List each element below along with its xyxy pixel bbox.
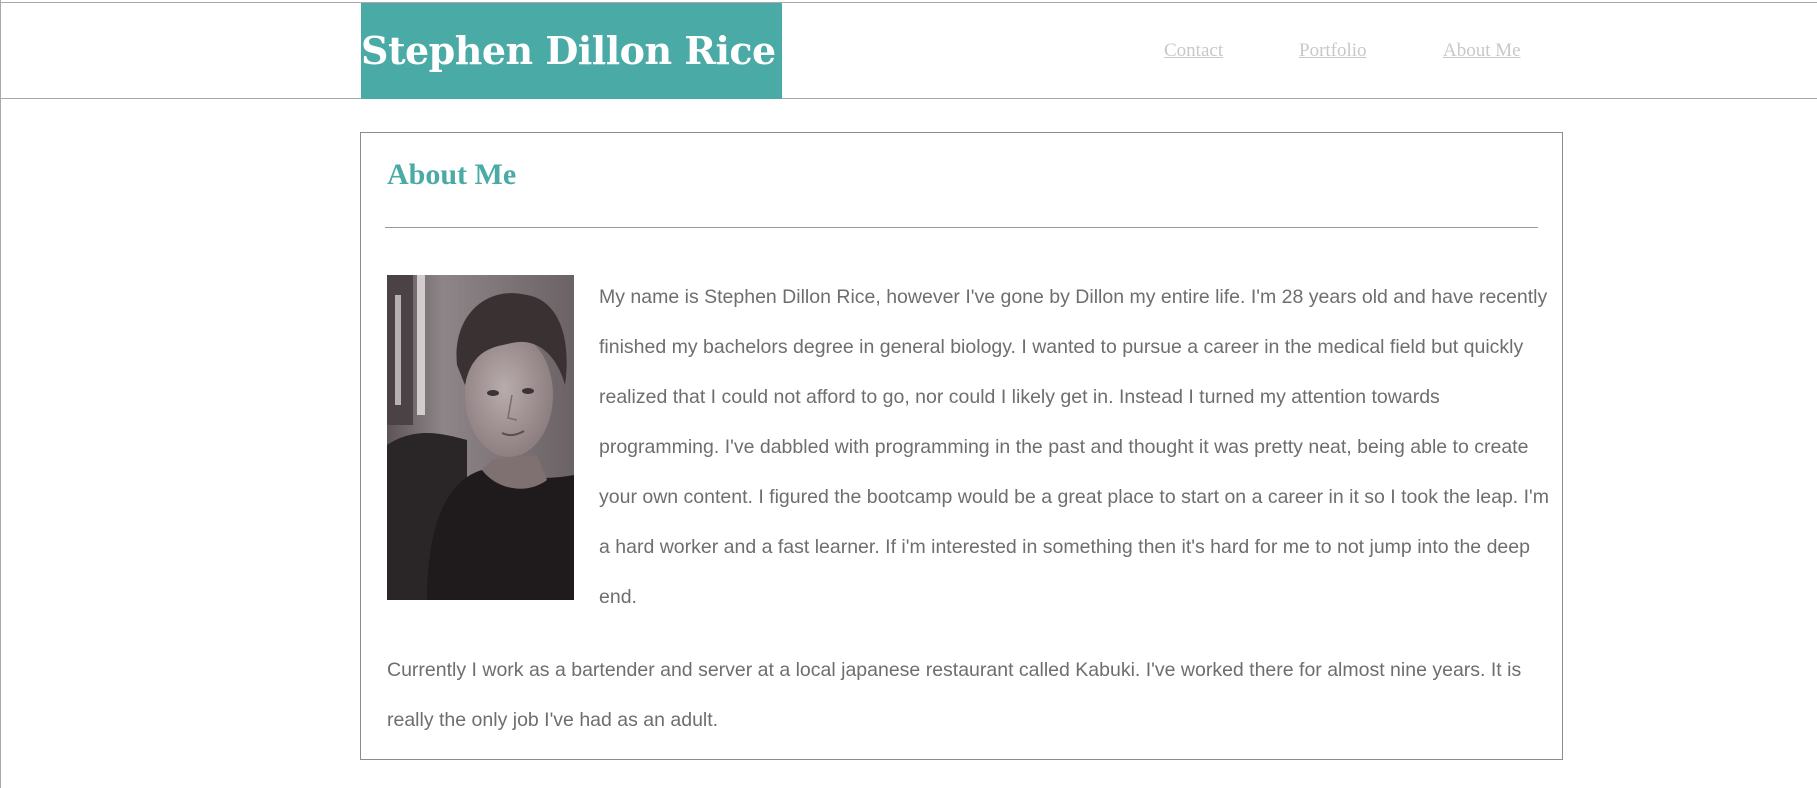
about-me-card: About Me My name is Stephen Dillon Rice,… — [360, 132, 1563, 760]
heading-divider — [385, 227, 1538, 228]
about-me-heading: About Me — [387, 158, 517, 191]
about-paragraph-intro: My name is Stephen Dillon Rice, however … — [599, 286, 1550, 608]
site-header: Stephen Dillon Rice Contact Portfolio Ab… — [1, 3, 1817, 99]
nav-link-about-me[interactable]: About Me — [1443, 3, 1521, 99]
site-title: Stephen Dillon Rice — [361, 3, 782, 99]
nav-link-contact[interactable]: Contact — [1164, 3, 1223, 99]
profile-photo — [387, 275, 574, 600]
nav-link-portfolio[interactable]: Portfolio — [1299, 3, 1367, 99]
about-paragraph-job: Currently I work as a bartender and serv… — [387, 659, 1522, 731]
